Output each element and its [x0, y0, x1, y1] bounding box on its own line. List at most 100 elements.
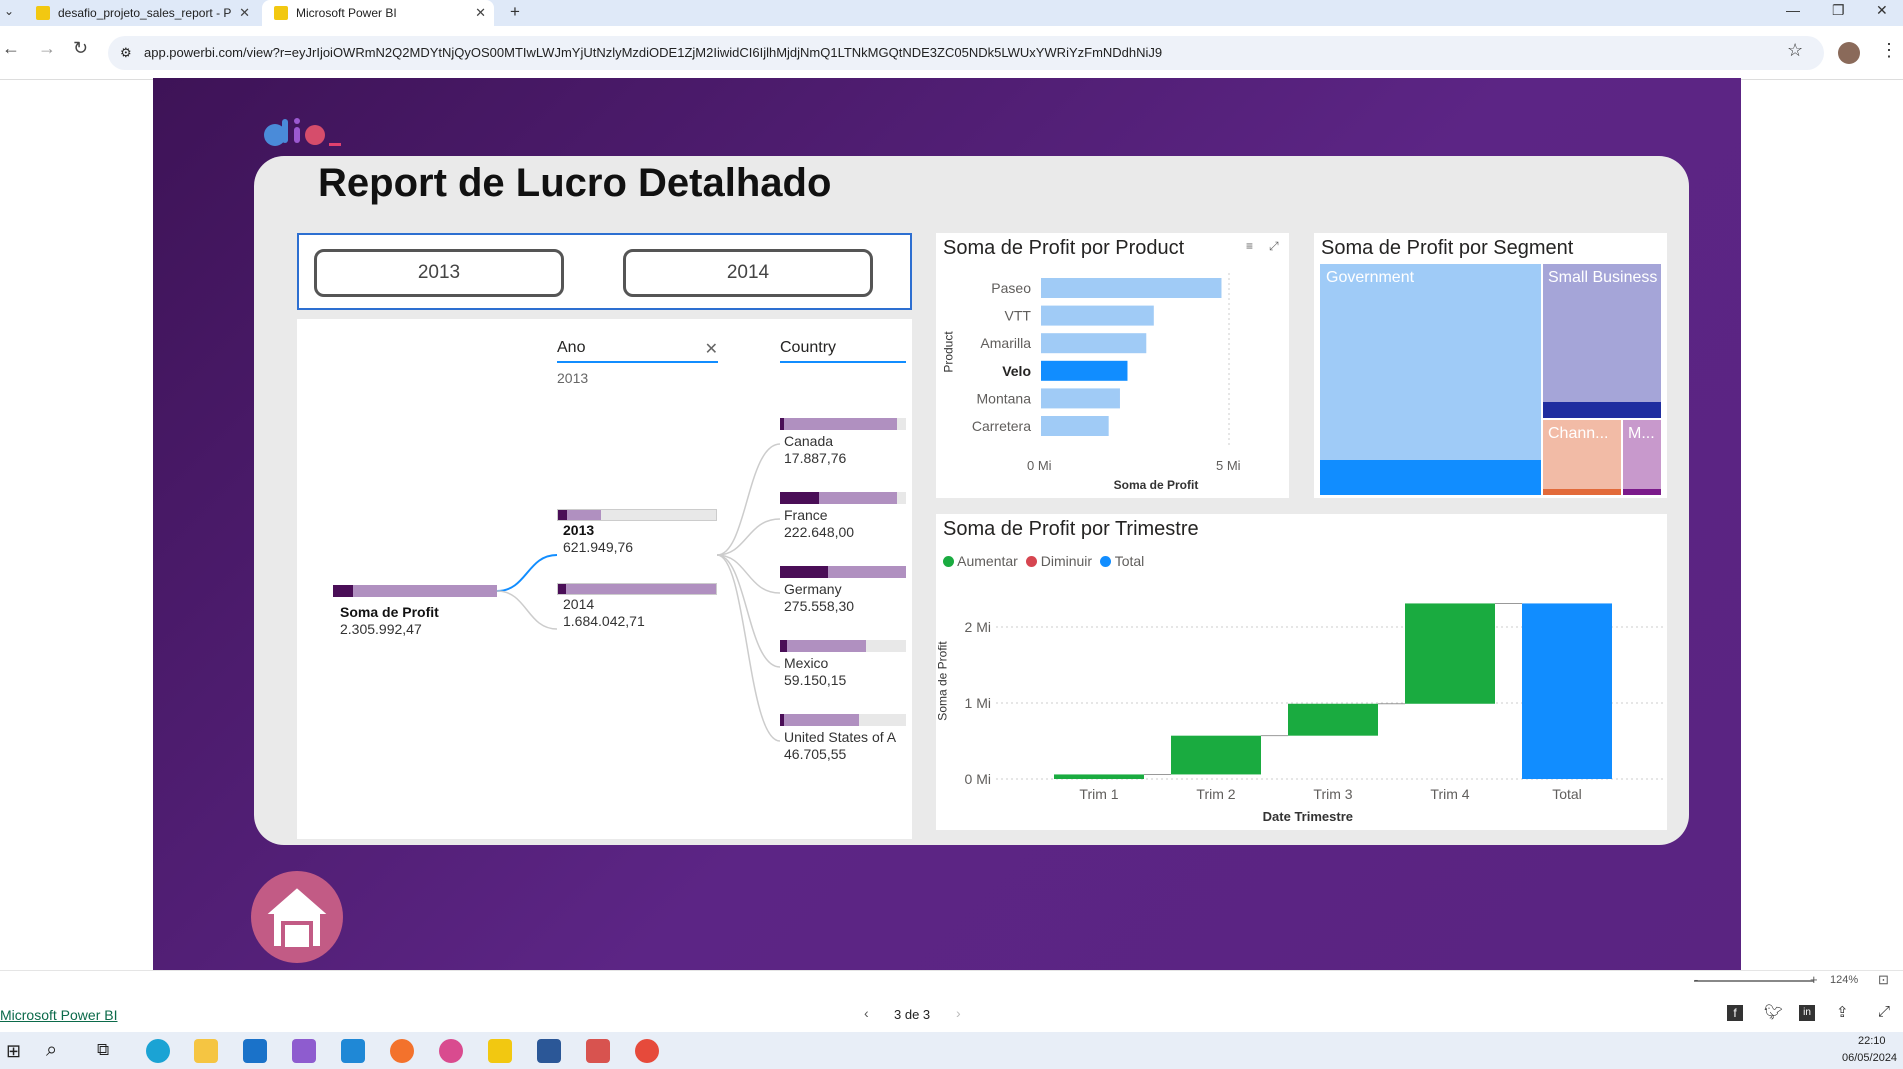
treemap-small-business[interactable]: Small Business — [1543, 264, 1661, 418]
category-label: Velo — [1002, 363, 1031, 379]
treemap-government[interactable]: Government — [1320, 264, 1541, 495]
new-tab-icon[interactable]: + — [510, 2, 520, 22]
country-node-fill — [780, 640, 866, 652]
bar-velo[interactable] — [1041, 360, 1128, 381]
chart-title: Soma de Profit por Segment — [1321, 237, 1574, 259]
chrome-icon[interactable] — [635, 1039, 659, 1063]
minimize-icon[interactable]: — — [1786, 2, 1800, 18]
clock-time: 22:10 — [1858, 1035, 1886, 1047]
country-node-bar[interactable] — [780, 640, 906, 652]
search-icon[interactable]: ⌕ — [46, 1039, 57, 1062]
country-node-label: Germany — [784, 581, 842, 597]
tab-title: desafio_projeto_sales_report - P — [58, 6, 232, 20]
tab-sales-report[interactable]: desafio_projeto_sales_report - P ✕ — [26, 0, 258, 26]
country-node-bar[interactable] — [780, 492, 906, 504]
year-slicer: 2013 2014 — [297, 233, 912, 310]
tab-list-chevron-icon[interactable]: ⌄ — [4, 4, 14, 18]
visual-studio-icon[interactable] — [292, 1039, 316, 1063]
file-explorer-icon[interactable] — [194, 1039, 218, 1063]
root-node-bar[interactable] — [333, 585, 497, 597]
report-panel: Report de Lucro Detalhado 2013 2014 Ano … — [254, 156, 1689, 845]
color-picker-icon[interactable] — [439, 1039, 463, 1063]
bookmark-star-icon[interactable]: ☆ — [1787, 40, 1803, 61]
word-icon[interactable] — [537, 1039, 561, 1063]
country-node-bar[interactable] — [780, 566, 906, 578]
share-icon[interactable]: ⇪ — [1836, 1003, 1849, 1021]
treemap-label: M... — [1628, 425, 1655, 442]
task-view-icon[interactable]: ⧉ — [97, 1040, 109, 1060]
powerbi-favicon-icon — [274, 6, 288, 20]
url-field[interactable]: ⚙ app.powerbi.com/view?r=eyJrIjoiOWRmN2Q… — [108, 36, 1824, 70]
powerbi-footer: - + 124% ⊡ Microsoft Power BI ‹ 3 de 3 ›… — [0, 970, 1903, 1032]
report-canvas: Report de Lucro Detalhado 2013 2014 Ano … — [153, 78, 1741, 970]
browser-menu-icon[interactable]: ⋮ — [1880, 40, 1898, 61]
linkedin-icon[interactable]: in — [1799, 1005, 1815, 1021]
category-label: Montana — [977, 390, 1032, 406]
year-node-bar[interactable] — [557, 583, 717, 595]
bar-carretera[interactable] — [1041, 416, 1109, 436]
waterfall-bar-trim-4[interactable] — [1405, 603, 1495, 704]
treemap-midmarket[interactable]: M... — [1623, 420, 1661, 495]
country-node-fill — [780, 714, 860, 726]
x-tick-1: 5 Mi — [1216, 458, 1241, 473]
next-page-icon[interactable]: › — [956, 1005, 961, 1021]
country-node-bar[interactable] — [780, 418, 906, 430]
waterfall-bar-trim-3[interactable] — [1288, 703, 1378, 736]
x-tick-0: 0 Mi — [1027, 458, 1052, 473]
back-icon[interactable]: ← — [2, 38, 20, 59]
report-title: Report de Lucro Detalhado — [318, 161, 832, 205]
country-node-label: Mexico — [784, 655, 829, 671]
paint-icon[interactable] — [586, 1039, 610, 1063]
reload-icon[interactable]: ↻ — [73, 38, 88, 59]
treemap-channel[interactable]: Chann... — [1543, 420, 1621, 495]
waterfall-bar-total[interactable] — [1522, 603, 1612, 779]
powerbi-link[interactable]: Microsoft Power BI — [0, 1007, 117, 1023]
restore-icon[interactable]: ❐ — [1832, 2, 1845, 19]
slicer-option-2014[interactable]: 2014 — [623, 249, 873, 297]
year-node-label: 2014 — [563, 596, 595, 612]
bar-montana[interactable] — [1041, 388, 1120, 409]
country-node-value: 17.887,76 — [784, 450, 847, 466]
country-node-label: France — [784, 507, 828, 523]
powerbi-icon[interactable] — [488, 1039, 512, 1063]
twitter-icon[interactable]: 🐦︎ — [1764, 1003, 1783, 1021]
profile-avatar[interactable] — [1838, 42, 1860, 64]
tab-power-bi[interactable]: Microsoft Power BI ✕ — [262, 0, 494, 26]
clock-date: 06/05/2024 — [1842, 1052, 1898, 1064]
prev-page-icon[interactable]: ‹ — [864, 1005, 869, 1021]
slicer-option-2013[interactable]: 2013 — [314, 249, 564, 297]
facebook-icon[interactable]: f — [1727, 1005, 1743, 1021]
firefox-icon[interactable] — [390, 1039, 414, 1063]
bar-paseo[interactable] — [1041, 278, 1222, 298]
x-tick-label: Total — [1552, 786, 1582, 802]
country-node-fill — [780, 418, 898, 430]
country-node-label: Canada — [784, 433, 834, 449]
windows-start-icon[interactable]: ⊞ — [6, 1041, 21, 1062]
treemap-label: Government — [1326, 269, 1415, 286]
waterfall-bar-trim-2[interactable] — [1171, 735, 1261, 775]
forward-icon[interactable]: → — [38, 38, 56, 59]
close-window-icon[interactable]: ✕ — [1876, 2, 1888, 19]
edge-icon[interactable] — [146, 1039, 170, 1063]
mail-icon[interactable] — [243, 1039, 267, 1063]
home-button[interactable] — [251, 871, 343, 963]
country-node-value: 46.705,55 — [784, 746, 847, 762]
bar-vtt[interactable] — [1041, 305, 1154, 326]
bar-amarilla[interactable] — [1041, 333, 1147, 354]
site-info-icon[interactable]: ⚙ — [120, 36, 132, 70]
segment-treemap: Soma de Profit por Segment Government Sm… — [1314, 233, 1667, 498]
treemap-label: Chann... — [1548, 425, 1609, 442]
zoom-in-icon[interactable]: + — [1810, 972, 1818, 987]
waterfall-bar-trim-1[interactable] — [1054, 774, 1144, 779]
country-node-bar[interactable] — [780, 714, 906, 726]
fit-page-icon[interactable]: ⊡ — [1878, 972, 1889, 988]
close-tab-icon[interactable]: ✕ — [475, 5, 486, 21]
browser-tab-bar: ⌄ desafio_projeto_sales_report - P ✕ Mic… — [0, 0, 1903, 26]
vscode-icon[interactable] — [341, 1039, 365, 1063]
zoom-slider[interactable] — [1694, 980, 1814, 982]
year-node-bar[interactable] — [557, 509, 717, 521]
close-tab-icon[interactable]: ✕ — [239, 5, 250, 21]
zoom-out-icon[interactable]: - — [1694, 972, 1698, 987]
product-bar-chart: Soma de Profit por Product ≡ ⤢ Product P… — [936, 233, 1289, 498]
fullscreen-icon[interactable]: ⤢ — [1878, 1003, 1890, 1020]
